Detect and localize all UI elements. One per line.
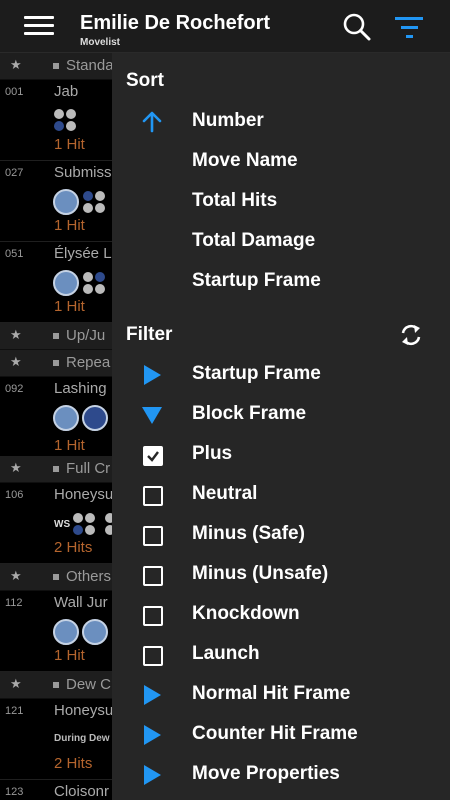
directional-input-icon bbox=[53, 270, 79, 296]
sort-filter-drawer: Sort Number Move Name Total Hits Total D… bbox=[112, 53, 450, 800]
star-icon[interactable]: ★ bbox=[10, 327, 22, 343]
directional-input-icon bbox=[82, 405, 108, 431]
filter-block-frame[interactable]: Block Frame bbox=[112, 394, 450, 434]
sort-option-number[interactable]: Number bbox=[112, 101, 450, 141]
star-icon[interactable]: ★ bbox=[10, 57, 22, 73]
expand-right-icon bbox=[140, 723, 164, 747]
filter-startup-frame[interactable]: Startup Frame bbox=[112, 354, 450, 394]
reset-filters-icon[interactable] bbox=[396, 320, 426, 350]
star-icon[interactable]: ★ bbox=[10, 460, 22, 476]
top-app-bar: Emilie De Rochefort Movelist bbox=[0, 0, 450, 53]
arrow-up-icon bbox=[140, 110, 164, 134]
star-icon[interactable]: ★ bbox=[10, 354, 22, 370]
button-layout-icon bbox=[72, 512, 96, 536]
filter-normal-hit-frame[interactable]: Normal Hit Frame bbox=[112, 674, 450, 714]
app-screen: Emilie De Rochefort Movelist ★ Standa 001… bbox=[0, 0, 450, 800]
filter-move-properties[interactable]: Move Properties bbox=[112, 754, 450, 794]
sort-heading: Sort bbox=[126, 70, 164, 91]
sort-option-total-damage[interactable]: Total Damage bbox=[112, 221, 450, 261]
star-icon[interactable]: ★ bbox=[10, 568, 22, 584]
filter-minus-safe[interactable]: Minus (Safe) bbox=[112, 514, 450, 554]
expand-right-icon bbox=[140, 683, 164, 707]
menu-icon[interactable] bbox=[24, 14, 54, 38]
search-icon[interactable] bbox=[342, 12, 372, 42]
button-layout-icon bbox=[82, 190, 106, 214]
checkbox-icon[interactable] bbox=[143, 566, 163, 586]
directional-input-icon bbox=[53, 619, 79, 645]
checkbox-icon[interactable] bbox=[143, 606, 163, 626]
page-subtitle: Movelist bbox=[80, 37, 121, 48]
directional-input-icon bbox=[53, 189, 79, 215]
directional-input-icon bbox=[82, 619, 108, 645]
page-title: Emilie De Rochefort bbox=[80, 12, 271, 34]
filter-neutral[interactable]: Neutral bbox=[112, 474, 450, 514]
sort-filter-icon[interactable] bbox=[393, 14, 427, 40]
filter-minus-unsafe[interactable]: Minus (Unsafe) bbox=[112, 554, 450, 594]
filter-heading: Filter bbox=[126, 324, 173, 345]
directional-input-icon bbox=[53, 405, 79, 431]
filter-knockdown[interactable]: Knockdown bbox=[112, 594, 450, 634]
expand-right-icon bbox=[140, 363, 164, 387]
filter-counter-hit-frame[interactable]: Counter Hit Frame bbox=[112, 714, 450, 754]
filter-launch[interactable]: Launch bbox=[112, 634, 450, 674]
star-icon[interactable]: ★ bbox=[10, 676, 22, 692]
checkbox-icon[interactable] bbox=[143, 526, 163, 546]
checkbox-icon[interactable] bbox=[143, 646, 163, 666]
button-layout-icon bbox=[82, 271, 106, 295]
sort-option-move-name[interactable]: Move Name bbox=[112, 141, 450, 181]
filter-plus[interactable]: Plus bbox=[112, 434, 450, 474]
sort-option-total-hits[interactable]: Total Hits bbox=[112, 181, 450, 221]
checkbox-icon[interactable] bbox=[143, 486, 163, 506]
expand-right-icon bbox=[140, 763, 164, 787]
move-condition: During Dew ( bbox=[54, 733, 116, 744]
stance-label: WS bbox=[54, 519, 71, 530]
sort-option-startup-frame[interactable]: Startup Frame bbox=[112, 261, 450, 301]
button-layout-icon bbox=[53, 108, 77, 132]
expanded-down-icon bbox=[140, 403, 164, 427]
checkbox-checked-icon[interactable] bbox=[143, 446, 163, 466]
